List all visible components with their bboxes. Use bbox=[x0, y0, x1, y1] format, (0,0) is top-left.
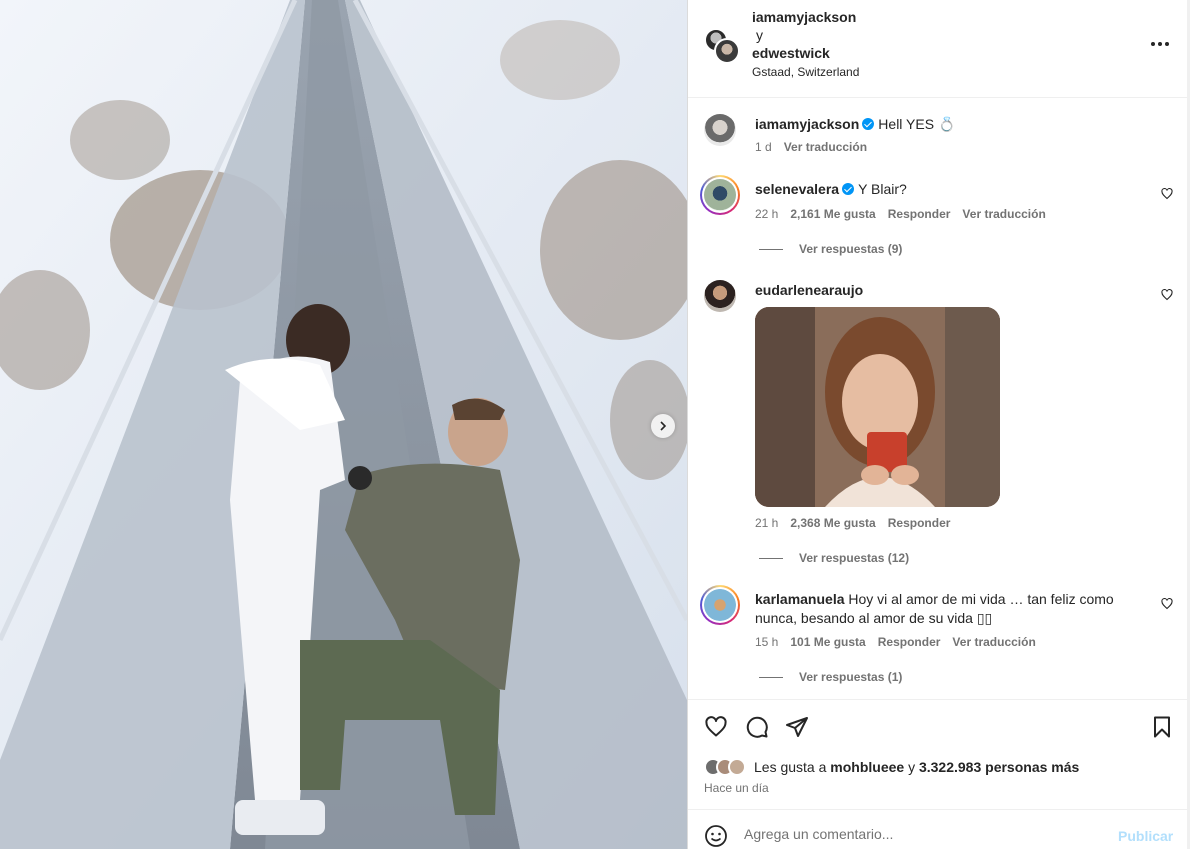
view-replies-label: Ver respuestas (9) bbox=[799, 242, 903, 256]
view-replies-label: Ver respuestas (12) bbox=[799, 551, 910, 565]
post-image bbox=[0, 0, 687, 849]
comment-text-line1: Hoy vi al amor de mi vida … tan feliz co… bbox=[848, 591, 1114, 607]
comment-username[interactable]: selenevalera bbox=[755, 181, 839, 197]
avatar[interactable] bbox=[714, 38, 740, 64]
view-replies-button[interactable]: Ver respuestas (9) bbox=[759, 242, 902, 256]
post-photo[interactable] bbox=[0, 0, 687, 849]
post-actions: Les gusta a mohblueee y 3.322.983 person… bbox=[688, 699, 1188, 809]
comment-input[interactable] bbox=[744, 826, 1104, 842]
publish-button[interactable]: Publicar bbox=[1118, 828, 1173, 844]
gif-image bbox=[755, 307, 1000, 507]
post-header: iamamyjackson y edwestwick Gstaad, Switz… bbox=[688, 0, 1188, 98]
reply-button[interactable]: Responder bbox=[888, 516, 951, 530]
comment-translate-link[interactable]: Ver traducción bbox=[952, 635, 1035, 649]
caption-row: iamamyjackson Hell YES 💍 bbox=[755, 116, 955, 133]
reply-button[interactable]: Responder bbox=[878, 635, 941, 649]
caption-username[interactable]: iamamyjackson bbox=[755, 116, 859, 132]
comment-time[interactable]: 15 h bbox=[755, 635, 778, 649]
comment-text-line2: nunca, besando al amor de su vida ▯▯ bbox=[755, 610, 993, 626]
collab-username[interactable]: edwestwick bbox=[752, 45, 830, 61]
comment-likes[interactable]: 2,368 Me gusta bbox=[790, 516, 875, 530]
view-replies-button[interactable]: Ver respuestas (1) bbox=[759, 670, 902, 684]
comment-avatar[interactable] bbox=[704, 280, 736, 312]
add-comment-bar: Publicar bbox=[688, 809, 1188, 849]
comment-gif[interactable] bbox=[755, 307, 1000, 507]
view-replies-label: Ver respuestas (1) bbox=[799, 670, 903, 684]
caption-translate-link[interactable]: Ver traducción bbox=[784, 140, 867, 154]
collab-avatars[interactable] bbox=[704, 28, 744, 64]
caption-avatar[interactable] bbox=[704, 114, 736, 146]
comment-avatar[interactable] bbox=[700, 175, 740, 215]
liker-username[interactable]: mohblueee bbox=[830, 759, 904, 775]
replies-divider bbox=[759, 676, 783, 678]
comment-username[interactable]: karlamanuela bbox=[755, 591, 845, 607]
comment-like-heart-icon[interactable] bbox=[1161, 188, 1173, 200]
smiley-icon[interactable] bbox=[704, 824, 728, 848]
likes-prefix: Les gusta a bbox=[754, 759, 827, 775]
likes-summary[interactable]: Les gusta a mohblueee y 3.322.983 person… bbox=[704, 757, 1079, 777]
comment-meta: 22 h 2,161 Me gusta Responder Ver traducció… bbox=[755, 207, 1058, 221]
comment-likes[interactable]: 101 Me gusta bbox=[790, 635, 865, 649]
comment-text: Y Blair? bbox=[858, 181, 907, 197]
comment-avatar[interactable] bbox=[700, 585, 740, 625]
comment-likes[interactable]: 2,161 Me gusta bbox=[790, 207, 875, 221]
collab-connector: y bbox=[756, 27, 763, 43]
post-location[interactable]: Gstaad, Switzerland bbox=[752, 65, 859, 79]
caption-time[interactable]: 1 d bbox=[755, 140, 772, 154]
replies-divider bbox=[759, 557, 783, 559]
comment-row: karlamanuela Hoy vi al amor de mi vida …… bbox=[755, 591, 1114, 607]
comment-translate-link[interactable]: Ver traducción bbox=[962, 207, 1045, 221]
comment-time[interactable]: 22 h bbox=[755, 207, 778, 221]
view-replies-button[interactable]: Ver respuestas (12) bbox=[759, 551, 909, 565]
comment-username[interactable]: eudarlenearaujo bbox=[755, 282, 863, 298]
heart-icon[interactable] bbox=[704, 715, 728, 739]
comment-meta: 15 h 101 Me gusta Responder Ver traducción bbox=[755, 635, 1048, 649]
post-timestamp[interactable]: Hace un día bbox=[704, 781, 769, 795]
likes-text: Les gusta a mohblueee y 3.322.983 person… bbox=[754, 759, 1079, 775]
comment-like-heart-icon[interactable] bbox=[1161, 598, 1173, 610]
post-sidebar: iamamyjackson y edwestwick Gstaad, Switz… bbox=[687, 0, 1188, 849]
likes-count[interactable]: 3.322.983 personas más bbox=[919, 759, 1079, 775]
caption-text: Hell YES 💍 bbox=[878, 116, 956, 132]
verified-icon bbox=[842, 183, 855, 195]
verified-icon bbox=[862, 118, 875, 130]
comment-meta: 21 h 2,368 Me gusta Responder bbox=[755, 516, 962, 530]
comment-like-heart-icon[interactable] bbox=[1161, 289, 1173, 301]
comment-time[interactable]: 21 h bbox=[755, 516, 778, 530]
liker-avatar bbox=[728, 758, 746, 776]
bookmark-icon[interactable] bbox=[1150, 715, 1174, 739]
author-username[interactable]: iamamyjackson bbox=[752, 9, 856, 25]
more-horizontal-icon bbox=[1151, 42, 1169, 46]
more-options-button[interactable] bbox=[1148, 34, 1172, 54]
chevron-right-icon bbox=[660, 421, 667, 431]
next-photo-button[interactable] bbox=[651, 414, 675, 438]
caption-meta: 1 d Ver traducción bbox=[755, 140, 879, 154]
replies-divider bbox=[759, 248, 783, 250]
comment-row: selenevalera Y Blair? bbox=[755, 181, 907, 197]
comment-icon[interactable] bbox=[745, 715, 769, 739]
reply-button[interactable]: Responder bbox=[888, 207, 951, 221]
send-icon[interactable] bbox=[785, 715, 809, 739]
likes-connector: y bbox=[908, 759, 916, 775]
